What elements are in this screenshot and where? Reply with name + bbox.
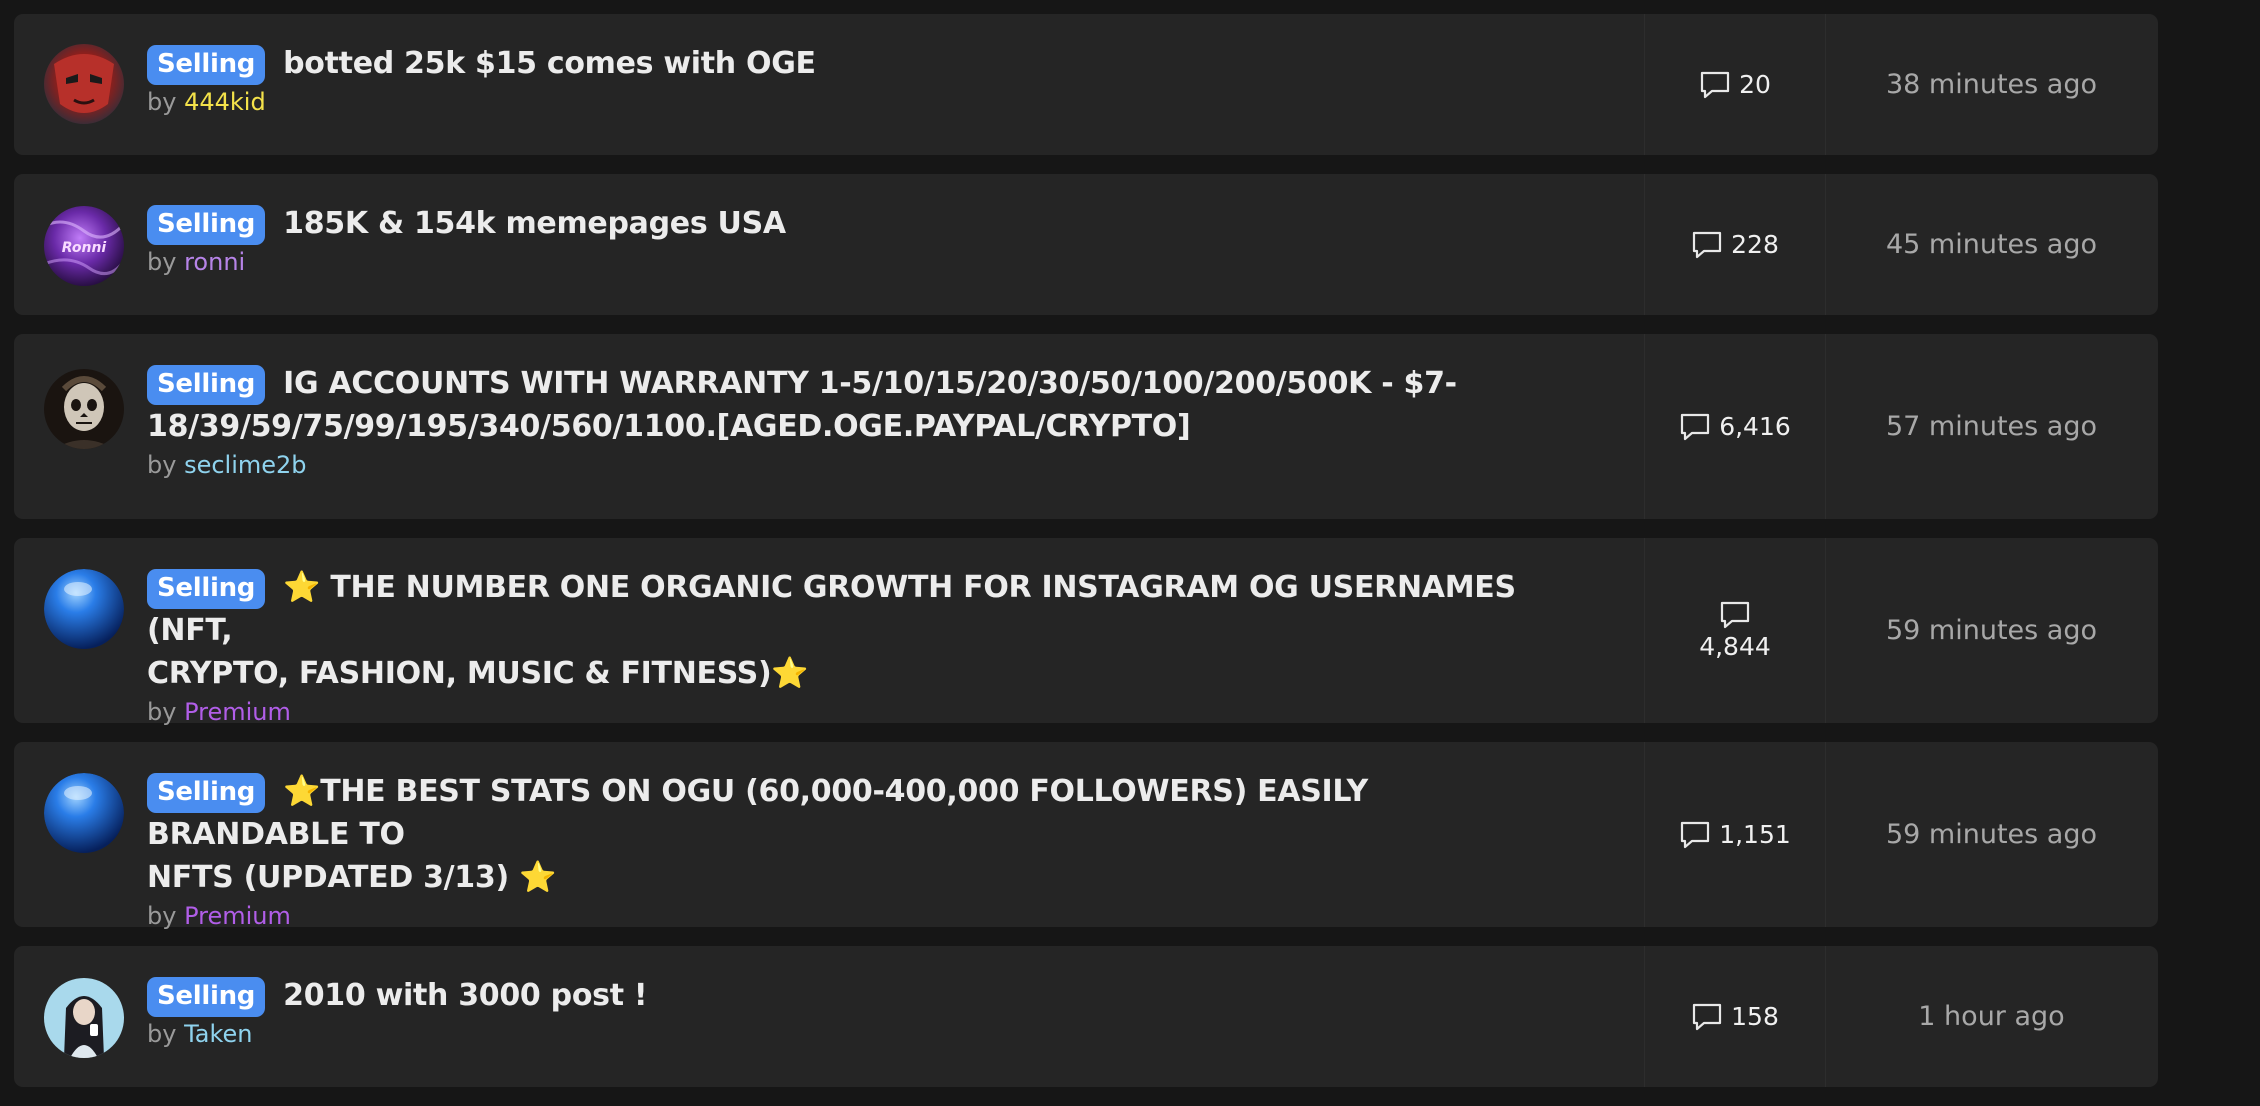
last-post-time[interactable]: 57 minutes ago [1825, 334, 2158, 519]
purple-ronni-avatar-icon: Ronni [44, 206, 124, 286]
thread-main: Selling botted 25k $15 comes with OGE by … [147, 42, 1577, 119]
thread-main: Selling ⭐THE BEST STATS ON OGU (60,000-40… [147, 770, 1577, 933]
thread-author-line: by Premium [147, 899, 1577, 933]
thread-title[interactable]: 2010 with 3000 post ! [283, 978, 647, 1013]
comment-icon [1719, 600, 1751, 630]
last-post-time[interactable]: 59 minutes ago [1825, 742, 2158, 927]
comment-icon [1691, 1002, 1723, 1032]
replies-cell: 158 [1644, 946, 1826, 1087]
replies-cell: 1,151 [1644, 742, 1826, 927]
author-link[interactable]: Taken [184, 1020, 252, 1048]
replies-cell: 20 [1644, 14, 1826, 155]
last-post-time[interactable]: 38 minutes ago [1825, 14, 2158, 155]
prefix-badge[interactable]: Selling [147, 45, 266, 85]
thread-row[interactable]: Selling ⭐THE BEST STATS ON OGU (60,000-40… [14, 742, 2158, 930]
thread-title[interactable]: 185K & 154k memepages USA [283, 206, 786, 241]
thread-author-line: by seclime2b [147, 448, 1577, 482]
last-post-time[interactable]: 59 minutes ago [1825, 538, 2158, 723]
thread-title-line-1[interactable]: THE BEST STATS ON OGU (60,000-400,000 FO… [147, 774, 1368, 852]
reply-count: 6,416 [1719, 412, 1791, 441]
last-post-time[interactable]: 45 minutes ago [1825, 174, 2158, 315]
author-avatar[interactable] [44, 44, 124, 124]
thread-title-line: Selling 2010 with 3000 post ! [147, 974, 1577, 1017]
reply-count: 4,844 [1699, 632, 1771, 661]
thread-row[interactable]: Selling ⭐ THE NUMBER ONE ORGANIC GROWTH F… [14, 538, 2158, 726]
thread-author-line: by ronni [147, 245, 1577, 279]
thread-main: Selling 185K & 154k memepages USA by ronn… [147, 202, 1577, 279]
thread-list: Selling botted 25k $15 comes with OGE by … [14, 14, 2158, 1106]
star-icon: ⭐ [519, 860, 557, 895]
blue-orb-avatar-icon [44, 569, 124, 649]
blue-orb-avatar-icon [44, 773, 124, 853]
by-label: by [147, 248, 177, 276]
thread-title-line: Selling 185K & 154k memepages USA [147, 202, 1577, 245]
avatar-text: Ronni [62, 240, 107, 256]
thread-title-line-2[interactable]: 18/39/59/75/99/195/340/560/1100.[AGED.OG… [147, 409, 1191, 444]
thread-author-line: by Taken [147, 1017, 1577, 1051]
thread-row[interactable]: Selling IG ACCOUNTS WITH WARRANTY 1-5/10/… [14, 334, 2158, 519]
thread-row[interactable]: Selling 2010 with 3000 post ! by Taken 15… [14, 946, 2158, 1087]
author-avatar[interactable] [44, 369, 124, 449]
comment-icon [1679, 820, 1711, 850]
thread-title-line-2[interactable]: NFTS (UPDATED 3/13) [147, 860, 509, 895]
author-link[interactable]: 444kid [184, 88, 266, 116]
thread-title-line: Selling ⭐THE BEST STATS ON OGU (60,000-40… [147, 770, 1577, 856]
red-mask-avatar-icon [44, 44, 124, 124]
by-label: by [147, 1020, 177, 1048]
comment-icon [1699, 70, 1731, 100]
thread-row[interactable]: Selling botted 25k $15 comes with OGE by … [14, 14, 2158, 155]
replies-cell: 228 [1644, 174, 1826, 315]
thread-title-line: Selling botted 25k $15 comes with OGE [147, 42, 1577, 85]
thread-main: Selling ⭐ THE NUMBER ONE ORGANIC GROWTH F… [147, 566, 1577, 729]
prefix-badge[interactable]: Selling [147, 365, 266, 405]
prefix-badge[interactable]: Selling [147, 773, 266, 813]
thread-main: Selling 2010 with 3000 post ! by Taken [147, 974, 1577, 1051]
thread-author-line: by 444kid [147, 85, 1577, 119]
thread-title-line-2[interactable]: CRYPTO, FASHION, MUSIC & FITNESS) [147, 656, 772, 691]
author-avatar[interactable]: Ronni [44, 206, 124, 286]
thread-row[interactable]: Ronni Selling 185K & 154k memepages USA b… [14, 174, 2158, 315]
replies-cell: 4,844 [1644, 538, 1826, 723]
author-link[interactable]: Premium [184, 698, 291, 726]
author-avatar[interactable] [44, 569, 124, 649]
prefix-badge[interactable]: Selling [147, 977, 266, 1017]
thread-title-line-1[interactable]: IG ACCOUNTS WITH WARRANTY 1-5/10/15/20/3… [283, 366, 1457, 401]
last-post-time[interactable]: 1 hour ago [1825, 946, 2158, 1087]
thread-title-line-1[interactable]: THE NUMBER ONE ORGANIC GROWTH FOR INSTAG… [147, 570, 1516, 648]
author-avatar[interactable] [44, 978, 124, 1058]
author-link[interactable]: Premium [184, 902, 291, 930]
thread-author-line: by Premium [147, 695, 1577, 729]
star-icon: ⭐ [283, 570, 321, 605]
by-label: by [147, 451, 177, 479]
skull-portrait-avatar-icon [44, 369, 124, 449]
prefix-badge[interactable]: Selling [147, 205, 266, 245]
by-label: by [147, 698, 177, 726]
star-icon: ⭐ [283, 774, 321, 809]
thread-title-line: Selling IG ACCOUNTS WITH WARRANTY 1-5/10/… [147, 362, 1577, 405]
reply-count: 20 [1739, 70, 1771, 99]
replies-cell: 6,416 [1644, 334, 1826, 519]
comment-icon [1679, 412, 1711, 442]
by-label: by [147, 902, 177, 930]
thread-main: Selling IG ACCOUNTS WITH WARRANTY 1-5/10/… [147, 362, 1577, 482]
author-avatar[interactable] [44, 773, 124, 853]
reply-count: 158 [1731, 1002, 1779, 1031]
reply-count: 228 [1731, 230, 1779, 259]
prefix-badge[interactable]: Selling [147, 569, 266, 609]
by-label: by [147, 88, 177, 116]
thread-title-line: NFTS (UPDATED 3/13) ⭐ [147, 856, 1577, 899]
thread-title-line: 18/39/59/75/99/195/340/560/1100.[AGED.OG… [147, 405, 1577, 448]
thread-title-line: CRYPTO, FASHION, MUSIC & FITNESS)⭐ [147, 652, 1577, 695]
girl-photo-avatar-icon [44, 978, 124, 1058]
thread-title[interactable]: botted 25k $15 comes with OGE [283, 46, 816, 81]
author-link[interactable]: seclime2b [184, 451, 306, 479]
thread-title-line: Selling ⭐ THE NUMBER ONE ORGANIC GROWTH F… [147, 566, 1577, 652]
star-icon: ⭐ [771, 656, 809, 691]
reply-count: 1,151 [1719, 820, 1791, 849]
comment-icon [1691, 230, 1723, 260]
author-link[interactable]: ronni [184, 248, 245, 276]
